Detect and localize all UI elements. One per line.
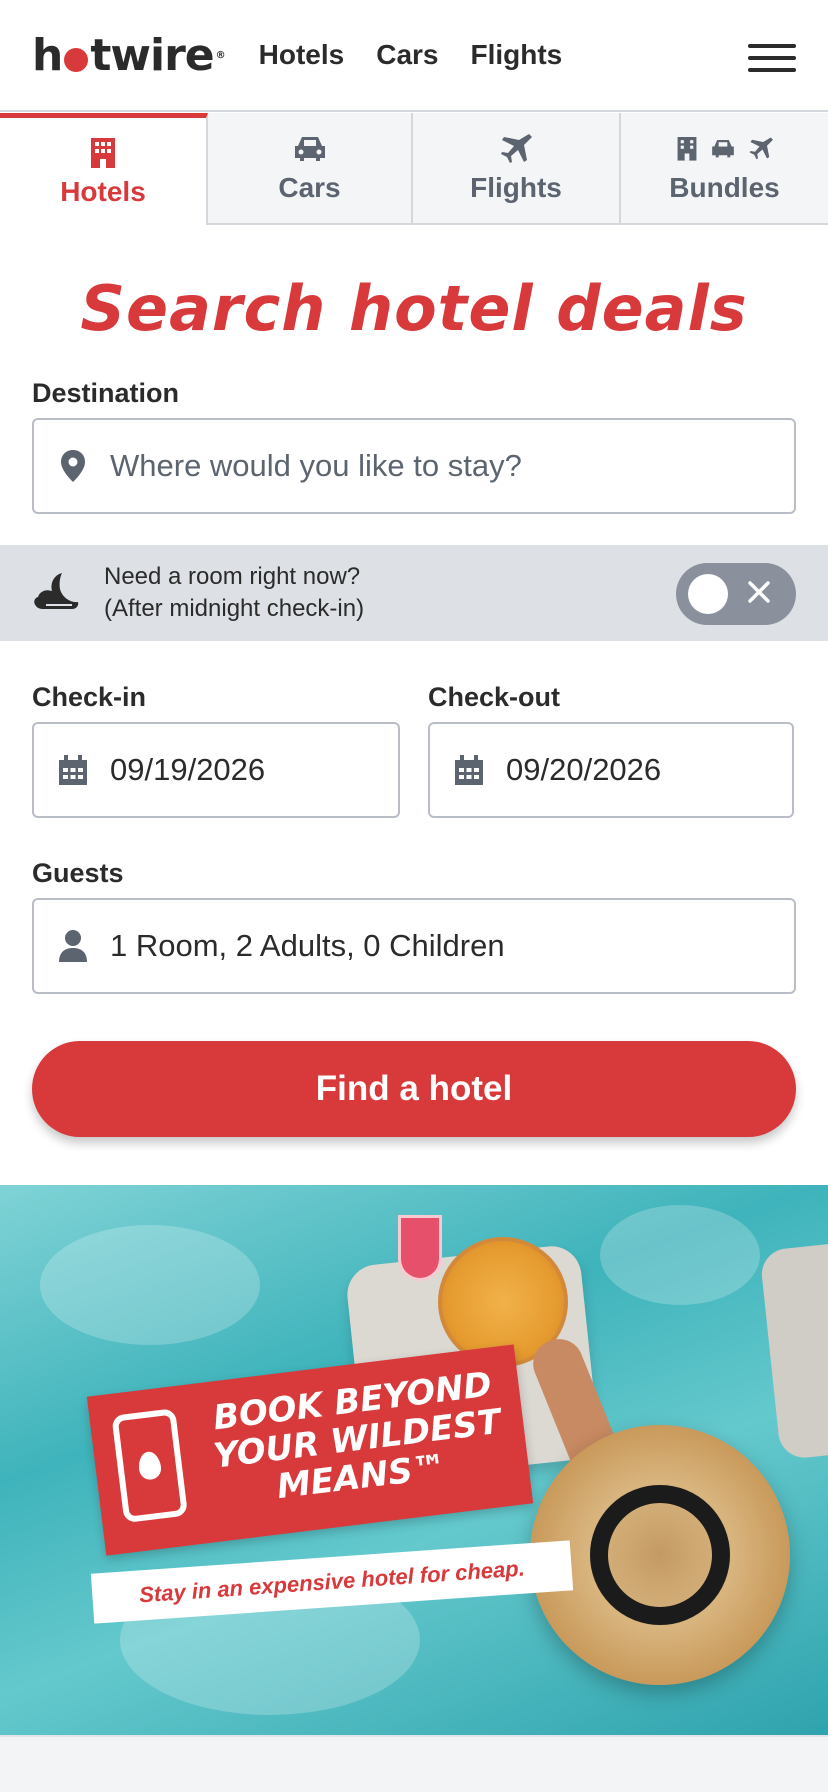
hotwire-logo[interactable]: h twire ® — [32, 30, 226, 81]
bottom-section — [0, 1735, 828, 1792]
promo-badge: BOOK BEYOND YOUR WILDEST MEANS™ — [86, 1344, 534, 1556]
close-icon — [748, 581, 770, 603]
logo-dot — [64, 48, 89, 72]
tab-hotels-label: Hotels — [60, 175, 146, 207]
destination-placeholder: Where would you like to stay? — [110, 448, 522, 483]
tab-bundles-label: Bundles — [669, 172, 780, 203]
checkin-date-value: 09/19/2026 — [110, 752, 266, 787]
midnight-line1: Need a room right now? — [104, 563, 361, 590]
midnight-toggle[interactable] — [676, 563, 796, 625]
car-icon — [294, 137, 325, 161]
person-icon — [56, 929, 90, 963]
tab-hotels[interactable]: Hotels — [0, 113, 208, 225]
nav-hotels-link[interactable]: Hotels — [259, 39, 345, 71]
checkin-date-field[interactable]: 09/19/2026 — [32, 722, 400, 818]
bundle-hotel-icon — [677, 137, 696, 161]
midnight-line2: (After midnight check-in) — [104, 595, 365, 622]
nav-flights-link[interactable]: Flights — [470, 39, 562, 71]
hotel-building-icon — [91, 137, 115, 168]
checkout-date-field[interactable]: 09/20/2026 — [428, 722, 794, 818]
calendar-icon — [452, 754, 486, 786]
guests-field[interactable]: 1 Room, 2 Adults, 0 Children — [32, 898, 796, 994]
promo-tagline-text: Stay in an expensive hotel for cheap. — [138, 1555, 526, 1608]
midnight-checkin-banner: Need a room right now? (After midnight c… — [0, 545, 828, 641]
tab-flights-label: Flights — [470, 172, 562, 203]
tab-cars-label: Cars — [278, 172, 341, 203]
page-title: Search hotel deals — [80, 272, 748, 345]
moon-cloud-icon — [32, 569, 80, 618]
guests-label: Guests — [32, 858, 124, 888]
top-nav: Hotels Cars Flights — [259, 39, 563, 71]
menu-icon[interactable] — [748, 44, 796, 72]
midnight-message: Need a room right now? (After midnight c… — [104, 561, 364, 625]
map-pin-icon — [56, 449, 90, 483]
checkout-date-value: 09/20/2026 — [506, 752, 662, 787]
tab-cars[interactable]: Cars — [208, 113, 413, 225]
promo-banner[interactable]: BOOK BEYOND YOUR WILDEST MEANS™ Stay in … — [0, 1185, 828, 1735]
checkin-label: Check-in — [32, 682, 147, 712]
destination-label: Destination — [32, 378, 180, 408]
checkout-label: Check-out — [428, 682, 561, 712]
destination-input[interactable]: Where would you like to stay? — [32, 418, 796, 514]
tab-flights[interactable]: Flights — [413, 113, 621, 225]
top-header: h twire ® Hotels Cars Flights — [0, 0, 828, 112]
stone-table — [759, 1239, 828, 1461]
calendar-icon — [56, 754, 90, 786]
tab-bundles[interactable]: Bundles — [621, 113, 828, 225]
airplane-icon — [501, 134, 532, 163]
nav-cars-link[interactable]: Cars — [376, 39, 438, 71]
guests-value: 1 Room, 2 Adults, 0 Children — [110, 928, 505, 963]
bundle-airplane-icon — [749, 137, 773, 160]
cocktail-glass — [398, 1215, 442, 1281]
promo-headline: BOOK BEYOND YOUR WILDEST MEANS™ — [196, 1364, 518, 1515]
find-hotel-button[interactable]: Find a hotel — [32, 1041, 796, 1137]
phone-flame-icon — [111, 1408, 189, 1524]
bundle-car-icon — [711, 140, 734, 158]
toggle-knob — [688, 574, 728, 614]
product-tabs: Hotels Cars Flights Bundles — [0, 113, 828, 225]
